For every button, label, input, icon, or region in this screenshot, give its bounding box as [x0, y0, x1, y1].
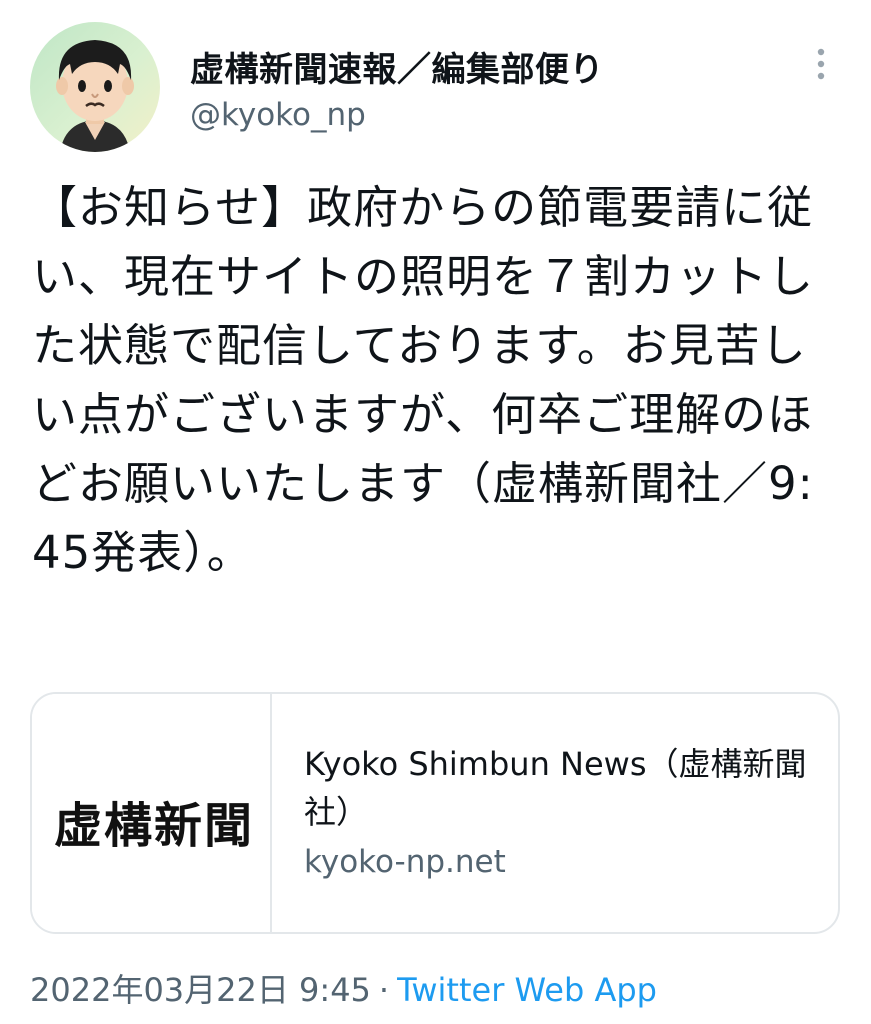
card-body[interactable]: Kyoko Shimbun News（虚構新聞社） kyoko-np.net — [304, 740, 814, 882]
card-title: Kyoko Shimbun News（虚構新聞社） — [304, 745, 807, 831]
tweet-text: 【お知らせ】政府からの節電要請に従い、現在サイトの照明を７割カットした状態で配信… — [32, 181, 815, 579]
author-name[interactable]: 虚構新聞速報／編集部便り — [190, 42, 604, 91]
card-thumbnail[interactable]: 虚構新聞 — [32, 694, 272, 932]
more-vertical-icon[interactable] — [809, 46, 833, 82]
tweet-meta: 2022年03月22日 9:45 · Twitter Web App — [30, 965, 657, 1011]
tweet-header: 虚構新聞速報／編集部便り @kyoko_np — [30, 22, 841, 154]
card-logo: 虚構新聞 — [53, 798, 254, 854]
link-card[interactable]: 虚構新聞 Kyoko Shimbun News（虚構新聞社） kyoko-np.… — [30, 692, 840, 934]
card-domain: kyoko-np.net — [304, 844, 506, 880]
avatar[interactable] — [30, 22, 160, 152]
tweet-timestamp[interactable]: 2022年03月22日 9:45 — [30, 971, 371, 1009]
tweet-source-link[interactable]: Twitter Web App — [397, 971, 657, 1009]
mii-avatar-icon — [56, 40, 134, 152]
author-handle[interactable]: @kyoko_np — [190, 97, 366, 133]
meta-separator: · — [378, 971, 390, 1009]
